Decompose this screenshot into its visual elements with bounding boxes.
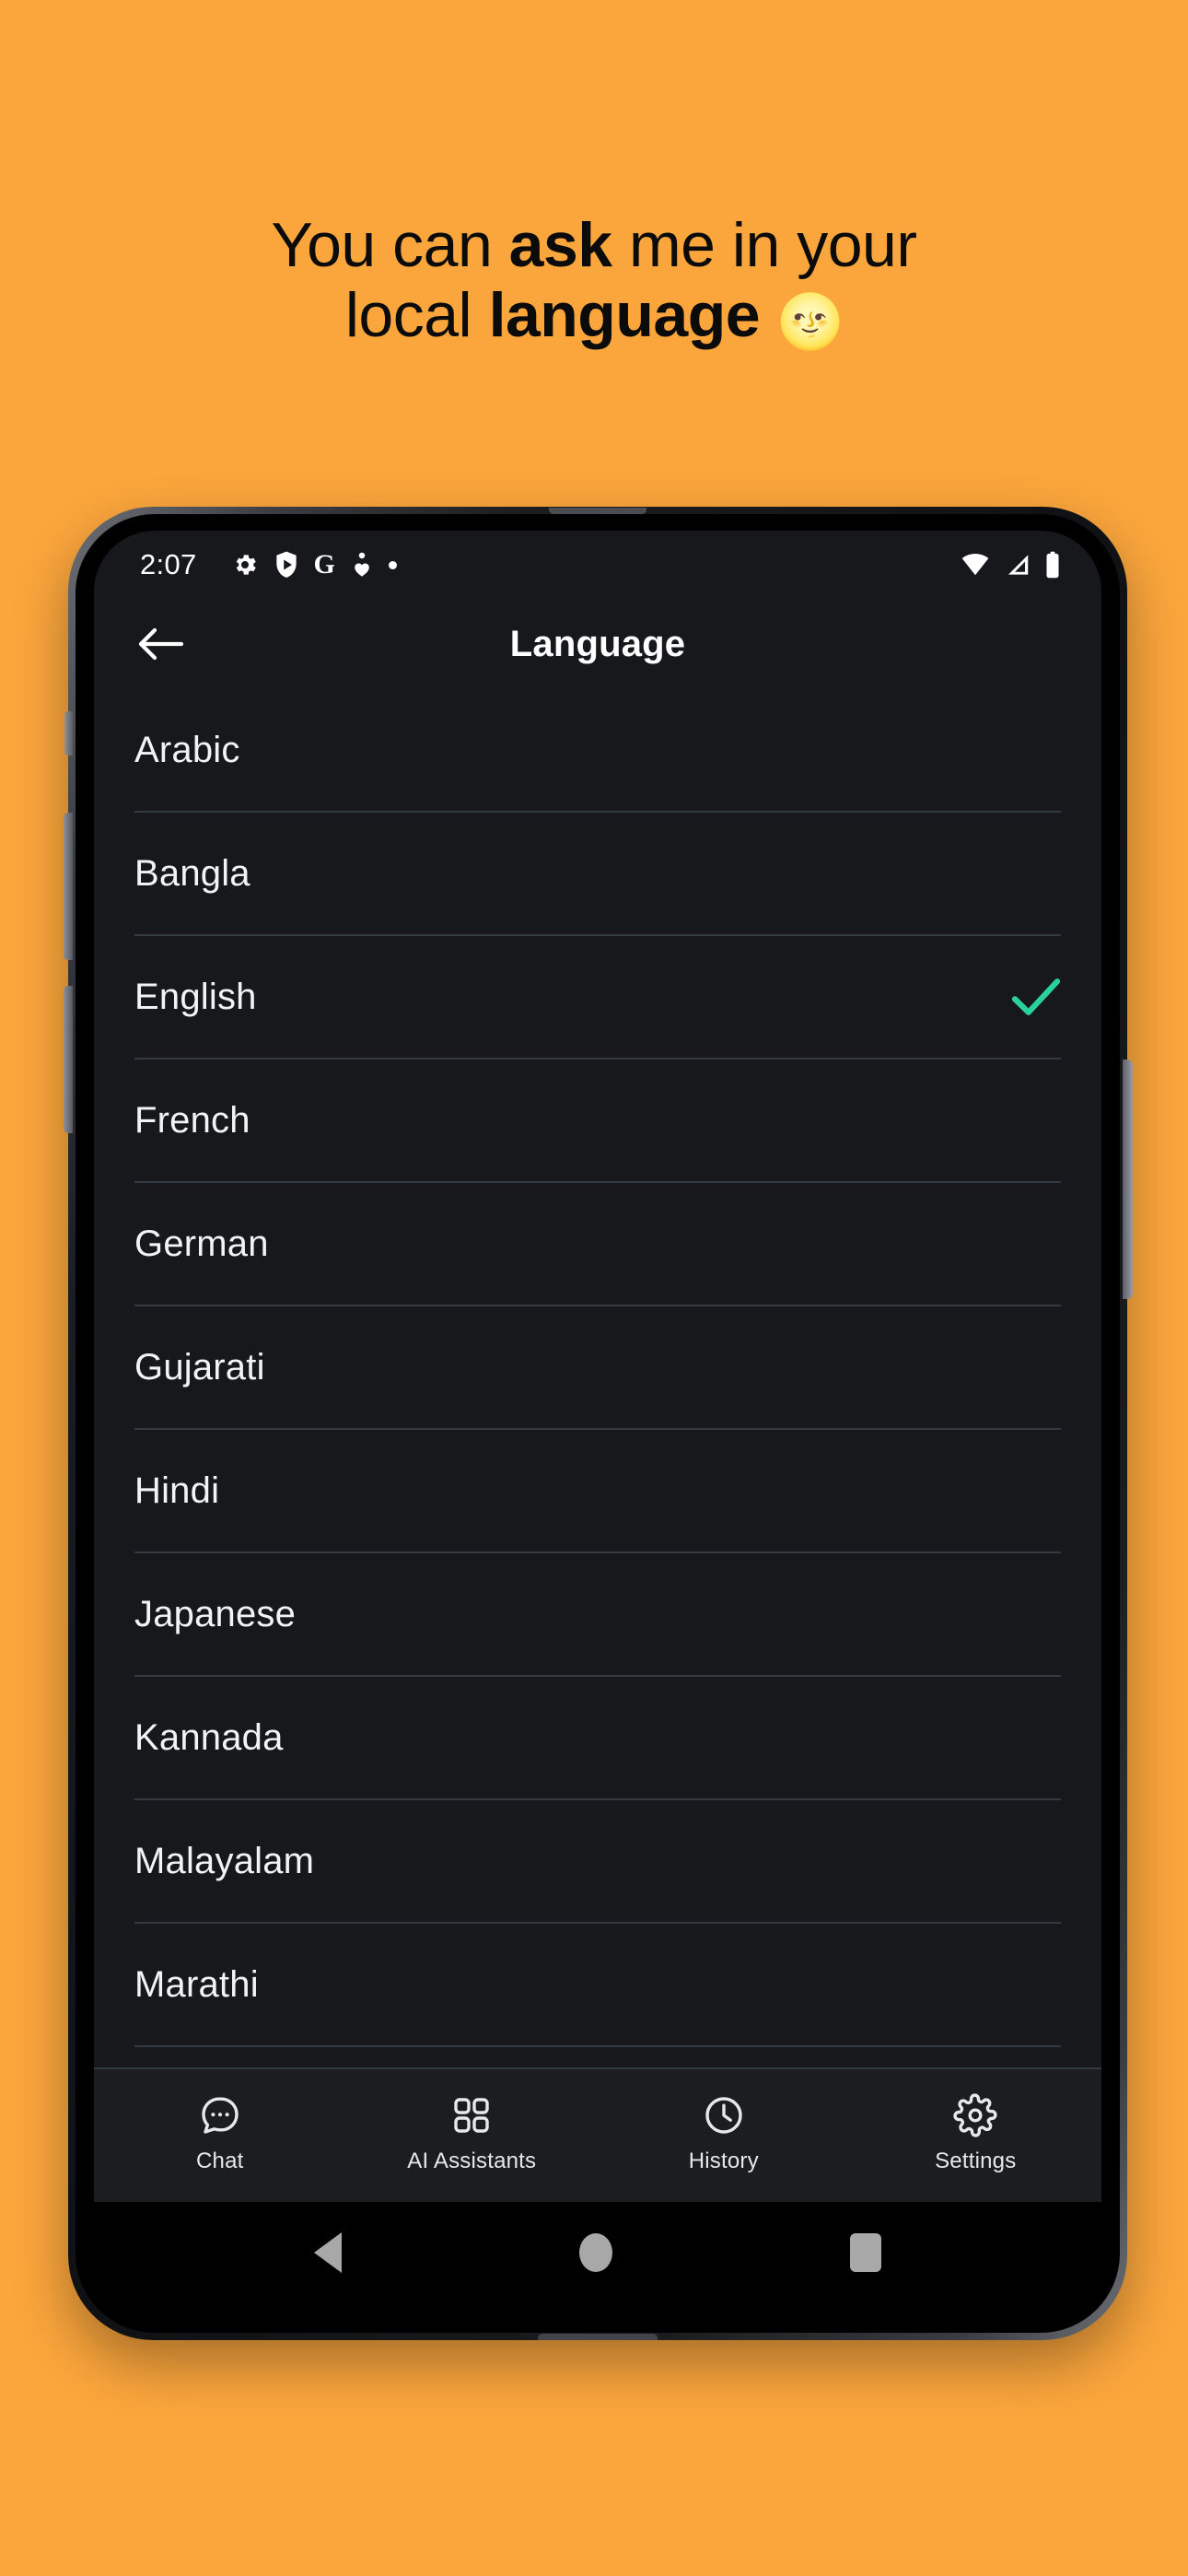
language-row[interactable]: German (134, 1183, 1061, 1306)
language-name: Malayalam (134, 1840, 315, 1881)
language-row[interactable]: Hindi (134, 1430, 1061, 1553)
dot-icon (388, 560, 397, 569)
language-row[interactable]: Malayalam (134, 1800, 1061, 1924)
play-protect-shield-icon (275, 551, 297, 578)
promo-text-2b: language (488, 280, 761, 351)
app-bar: Language (94, 599, 1101, 689)
status-bar-right (960, 551, 1061, 579)
language-row[interactable]: Gujarati (134, 1306, 1061, 1430)
language-name: French (134, 1099, 250, 1141)
promo-text-1b: ask (508, 210, 612, 280)
wifi-icon (961, 553, 989, 576)
language-name: Kannada (134, 1716, 284, 1758)
check-icon (1011, 978, 1061, 1015)
language-row[interactable]: Kannada (134, 1677, 1061, 1800)
grid-squares-icon (454, 2098, 489, 2133)
left-hardware-button[interactable] (64, 711, 73, 755)
page-title: Language (509, 623, 686, 664)
status-bar-clock: 2:07 (140, 548, 197, 580)
language-row[interactable]: Japanese (134, 1553, 1061, 1677)
language-name: English (134, 976, 257, 1017)
power-button[interactable] (1123, 1060, 1133, 1299)
nav-item-history[interactable]: History (598, 2093, 850, 2174)
bottom-port (538, 2334, 658, 2340)
volume-down-button[interactable] (64, 986, 73, 1133)
promo-text-1a: You can (271, 210, 509, 280)
promo-headline-line-2: local language 🌝 (0, 280, 1188, 353)
nav-item-label: Settings (935, 2149, 1017, 2173)
language-row[interactable]: French (134, 1060, 1061, 1183)
promo-text-1c: me in your (611, 210, 917, 280)
language-row[interactable]: Arabic (134, 689, 1061, 813)
gear-icon (953, 2093, 997, 2137)
volume-up-button[interactable] (64, 813, 73, 960)
bottom-nav: Chat AI Assistants History Settings (94, 2067, 1101, 2202)
language-name: German (134, 1223, 269, 1264)
cellular-signal-icon (1008, 555, 1029, 575)
language-list[interactable]: Arabic Bangla English French German Gujarati H… (94, 689, 1101, 2067)
promo-headline: You can ask me in your local language 🌝 (0, 210, 1188, 353)
language-name: Marathi (134, 1963, 259, 2005)
back-button[interactable] (133, 615, 190, 673)
google-g-icon: G (313, 549, 335, 580)
earpiece-speaker (549, 508, 646, 514)
promo-headline-line-1: You can ask me in your (0, 210, 1188, 280)
language-name: Gujarati (134, 1346, 265, 1388)
language-name: Japanese (134, 1593, 297, 1634)
language-name: Bangla (134, 852, 250, 894)
nav-item-label: Chat (196, 2149, 244, 2173)
nav-item-label: History (688, 2149, 759, 2173)
recents-square-icon[interactable] (850, 2233, 881, 2272)
language-check-slot (1011, 977, 1061, 1017)
language-row[interactable]: Bangla (134, 813, 1061, 936)
status-bar: 2:07 G (94, 531, 1101, 599)
language-row[interactable]: English (134, 936, 1061, 1060)
nav-item-ai-assistants[interactable]: AI Assistants (346, 2093, 599, 2174)
phone-mockup: 2:07 G Language Arabic Bangla English Fr… (64, 507, 1133, 2340)
gear-icon (236, 555, 256, 575)
nav-item-chat[interactable]: Chat (94, 2093, 346, 2174)
chat-bubble-icon (202, 2097, 239, 2134)
arrow-left-icon (138, 627, 184, 661)
battery-icon (1046, 551, 1059, 579)
language-name: Hindi (134, 1469, 220, 1511)
moon-face-emoji: 🌝 (776, 292, 844, 353)
phone-screen: 2:07 G Language Arabic Bangla English Fr… (94, 531, 1101, 2316)
promo-text-2a: local (344, 280, 489, 351)
language-row[interactable]: Marathi (134, 1924, 1061, 2047)
clock-icon (705, 2097, 742, 2134)
back-triangle-icon[interactable] (314, 2232, 342, 2273)
language-name: Arabic (134, 729, 240, 770)
health-heart-icon (355, 552, 369, 577)
nav-item-label: AI Assistants (407, 2149, 537, 2173)
nav-item-settings[interactable]: Settings (850, 2093, 1102, 2174)
status-bar-left: 2:07 G (140, 548, 960, 581)
system-nav-bar (94, 2202, 1101, 2316)
home-circle-icon[interactable] (579, 2233, 612, 2272)
